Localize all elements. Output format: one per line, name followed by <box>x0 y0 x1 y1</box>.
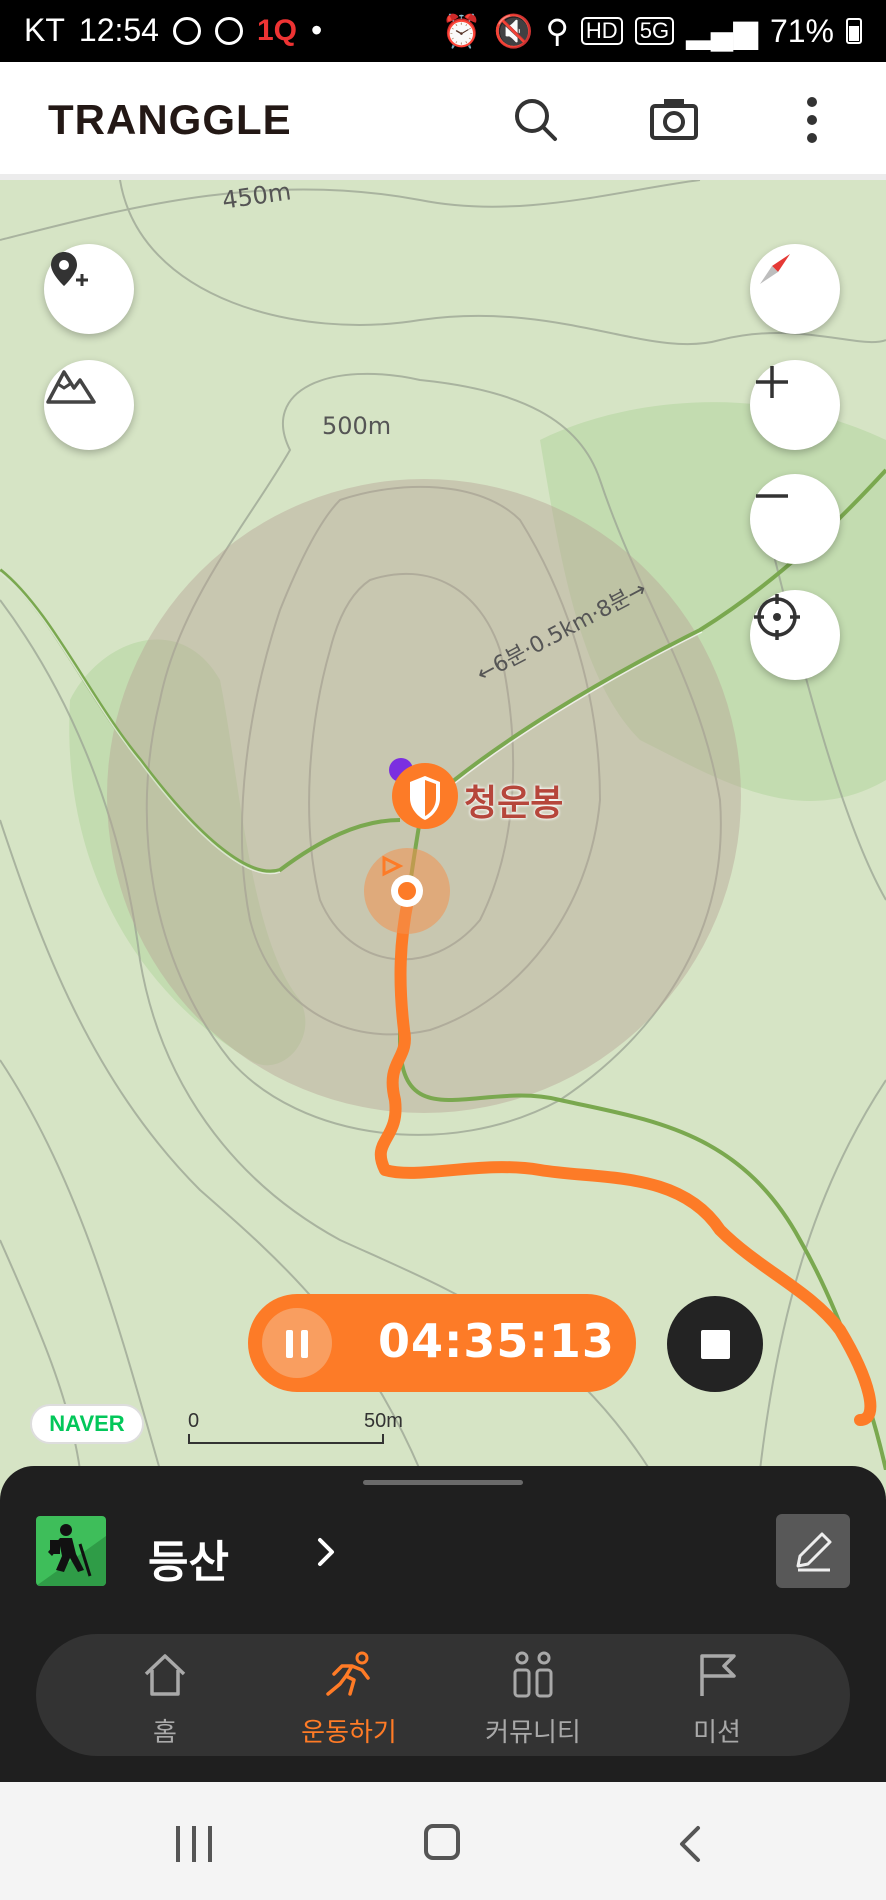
nav-exercise[interactable]: 운동하기 <box>274 1650 424 1750</box>
elapsed-time: 04:35:13 <box>378 1314 615 1368</box>
b-app-icon <box>172 16 201 45</box>
recent-apps-button[interactable] <box>176 1826 216 1862</box>
hiking-icon <box>36 1516 106 1586</box>
scale-start: 0 <box>188 1410 200 1432</box>
scale-end: 50m <box>364 1410 403 1432</box>
nav-mission[interactable]: 미션 <box>642 1650 792 1750</box>
signal-icon: ▂▄▆ <box>686 13 758 49</box>
naver-logo: NAVER <box>30 1404 144 1444</box>
nav-community-label: 커뮤니티 <box>485 1718 581 1748</box>
mute-icon: 🔇 <box>493 13 534 49</box>
flag-icon <box>700 1654 736 1696</box>
network-icon: 5G <box>634 17 675 45</box>
pencil-icon <box>796 1532 832 1572</box>
zoom-in-button[interactable] <box>750 360 840 450</box>
location-icon: ⚲ <box>545 13 569 49</box>
status-right: ⏰ 🔇 ⚲ HD 5G ▂▄▆ 71% <box>442 12 862 50</box>
my-location-icon <box>754 594 800 640</box>
1q-app-icon: 1Q <box>256 13 297 47</box>
sheet-handle[interactable] <box>363 1480 523 1485</box>
camera-icon[interactable] <box>646 92 702 148</box>
pause-button[interactable] <box>262 1308 332 1378</box>
home-button[interactable] <box>424 1824 460 1860</box>
alarm-icon: ⏰ <box>441 13 482 49</box>
nav-exercise-label: 운동하기 <box>301 1718 397 1748</box>
status-bar: KT 12:54 1Q • ⏰ 🔇 ⚲ HD 5G ▂▄▆ 71% <box>0 0 886 62</box>
bottom-nav: 홈 운동하기 커뮤니티 미션 <box>36 1634 850 1756</box>
carrier-label: KT <box>24 12 65 48</box>
hd-icon: HD <box>580 17 623 45</box>
nav-community[interactable]: 커뮤니티 <box>458 1650 608 1750</box>
stop-button[interactable] <box>667 1296 763 1392</box>
community-icon <box>513 1651 553 1698</box>
recording-timer: 04:35:13 <box>248 1294 636 1392</box>
zoom-in-icon <box>756 366 788 398</box>
back-icon <box>680 1826 700 1862</box>
add-location-button[interactable] <box>44 244 134 334</box>
search-icon[interactable] <box>508 92 564 148</box>
app-bar: TRANGGLE <box>0 62 886 180</box>
compass-button[interactable] <box>750 244 840 334</box>
map-view[interactable]: 450m 500m ←6분·0.5km·8분→ 청운봉 <box>0 180 886 1470</box>
peak-name-label[interactable]: 청운봉 <box>464 774 563 826</box>
app-logo: TRANGGLE <box>48 96 292 143</box>
edit-button[interactable] <box>776 1514 850 1588</box>
nav-home[interactable]: 홈 <box>90 1650 240 1750</box>
battery-percent: 71% <box>769 12 834 49</box>
add-location-icon <box>51 252 88 286</box>
status-left: KT 12:54 1Q • <box>24 12 322 49</box>
mountain-icon <box>46 370 96 404</box>
compass-icon <box>760 254 790 284</box>
zoom-out-button[interactable] <box>750 474 840 564</box>
map-scale: 0 50m <box>188 1410 403 1450</box>
nav-home-label: 홈 <box>153 1718 177 1748</box>
battery-icon <box>846 18 862 44</box>
more-vert-icon[interactable] <box>784 92 840 148</box>
mountain-button[interactable] <box>44 360 134 450</box>
dot-icon: • <box>311 12 323 48</box>
running-icon <box>326 1651 370 1696</box>
system-nav-bar <box>0 1782 886 1900</box>
home-icon <box>144 1654 186 1696</box>
c-app-icon <box>214 16 243 45</box>
nav-mission-label: 미션 <box>693 1718 741 1748</box>
chevron-right-icon[interactable] <box>306 1530 346 1574</box>
clock: 12:54 <box>78 12 159 48</box>
scale-bar <box>188 1434 384 1444</box>
zoom-out-icon <box>756 494 788 498</box>
bottom-sheet: 등산 홈 운동하기 커뮤니티 미션 <box>0 1466 886 1782</box>
back-button[interactable] <box>672 1822 712 1866</box>
contour-label-500: 500m <box>322 412 392 440</box>
my-location-button[interactable] <box>750 590 840 680</box>
activity-label[interactable]: 등산 <box>148 1526 229 1590</box>
